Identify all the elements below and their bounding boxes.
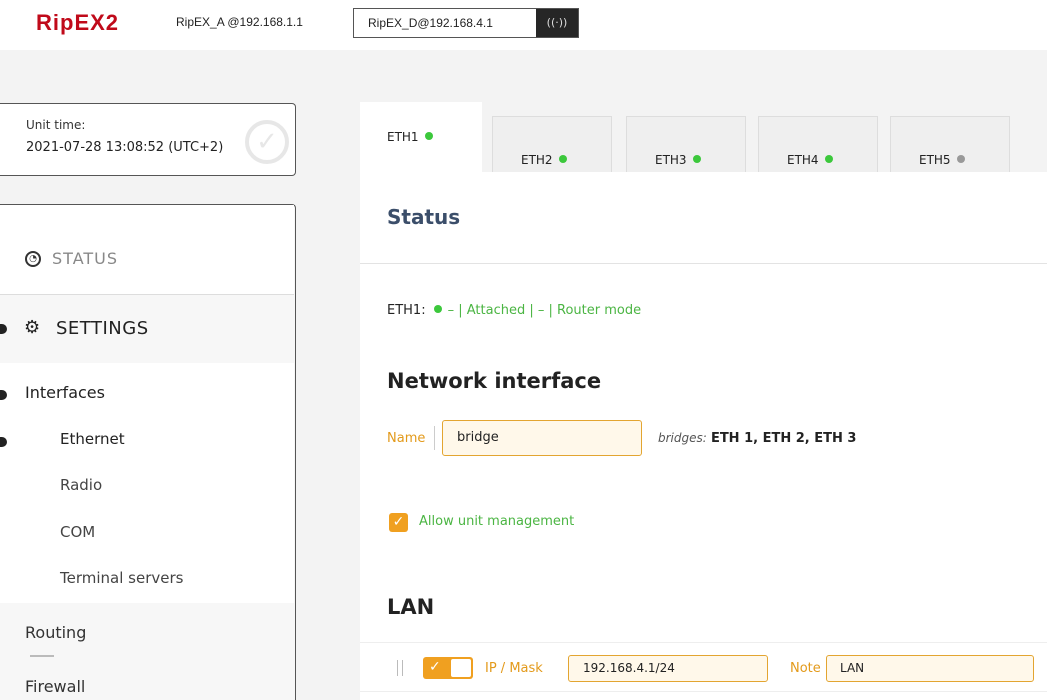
sidebar-settings-label: SETTINGS [56,318,149,339]
sidebar-item-routing[interactable]: Routing [25,623,86,642]
eth-status-line: ETH1: – | Attached | – | Router mode [387,303,641,318]
eth-status-prefix: ETH1: [387,303,426,318]
bridges-value: ETH 1, ETH 2, ETH 3 [710,431,857,446]
status-dot-icon [558,155,567,163]
tab-eth5[interactable]: ETH5 [890,116,1010,172]
status-dot-icon [424,132,433,140]
unit-time-box: Unit time: 2021-07-28 13:08:52 (UTC+2) ✓ [0,103,296,176]
toggle-knob [451,659,471,677]
sidebar-item-radio[interactable]: Radio [60,476,102,494]
active-marker [0,324,7,334]
bridges-label: bridges: [658,431,707,445]
ip-mask-label: IP / Mask [485,661,543,676]
allow-management-checkbox[interactable]: ✓ [389,513,408,532]
lan-row: ✓ IP / Mask 192.168.4.1/24 Note LAN [360,642,1047,692]
unit-d-selector[interactable]: RipEX_D@192.168.4.1 ((·)) [353,8,579,38]
active-marker [0,390,7,400]
active-marker [0,437,7,447]
eth-status-value: – | Attached | – | Router mode [447,303,642,318]
unit-a-link[interactable]: RipEX_A @192.168.1.1 [176,15,303,29]
check-icon: ✓ [429,659,441,675]
tab-eth3[interactable]: ETH3 [626,116,746,172]
sidebar-item-interfaces[interactable]: Interfaces [25,383,105,402]
sidebar-item-firewall[interactable]: Firewall [25,677,85,696]
unit-d-label: RipEX_D@192.168.4.1 [368,16,493,30]
ripex-logo[interactable]: RipEX2 [36,10,119,36]
sidebar-status-label: STATUS [52,249,119,268]
unit-time-value: 2021-07-28 13:08:52 (UTC+2) [26,140,224,155]
signal-icon[interactable]: ((·)) [536,9,578,37]
ip-mask-input[interactable]: 192.168.4.1/24 [568,655,768,682]
check-watermark-icon: ✓ [245,120,289,164]
lan-title: LAN [387,595,435,619]
sidebar-item-com[interactable]: COM [60,523,95,541]
drag-handle-icon[interactable] [397,660,403,676]
tab-eth4[interactable]: ETH4 [758,116,878,172]
sidebar-item-status[interactable]: ◔ STATUS [0,205,294,295]
main-panel: Status ETH1: – | Attached | – | Router mo… [360,172,1047,700]
gauge-icon: ◔ [25,251,41,267]
note-label: Note [790,661,821,676]
status-dot-icon [824,155,833,163]
name-input[interactable]: bridge [442,420,642,456]
unit-time-label: Unit time: [26,118,86,132]
top-bar: RipEX2 RipEX_A @192.168.1.1 RipEX_D@192.… [0,0,1047,50]
allow-management-label[interactable]: Allow unit management [419,514,574,529]
tab-eth2[interactable]: ETH2 [492,116,612,172]
tab-label: ETH4 [787,153,833,167]
tab-eth1[interactable]: ETH1 [360,102,482,172]
tab-label: ETH1 [387,130,433,144]
note-input[interactable]: LAN [826,655,1034,682]
sidebar-item-terminal-servers[interactable]: Terminal servers [60,569,183,587]
network-interface-title: Network interface [387,369,602,393]
gears-icon: ⚙ [24,317,41,338]
lan-enable-toggle[interactable]: ✓ [423,657,473,679]
name-label: Name [387,431,426,446]
tab-label: ETH3 [655,153,701,167]
bridges-info: bridges: ETH 1, ETH 2, ETH 3 [658,431,856,446]
tab-label: ETH2 [521,153,567,167]
sidebar-item-settings[interactable]: ⚙ SETTINGS [0,295,294,363]
status-dot-icon [956,155,965,163]
divider [434,426,435,450]
sidebar: ◔ STATUS ⚙ SETTINGS Interfaces Ethernet … [0,204,296,700]
settings-submenu: Interfaces Ethernet Radio COM Terminal s… [0,363,294,603]
status-header: Status [360,172,1047,264]
sidebar-item-ethernet[interactable]: Ethernet [60,430,125,448]
status-title: Status [387,205,461,229]
status-dot-icon [433,305,442,313]
tab-label: ETH5 [919,153,965,167]
divider [30,655,54,657]
status-dot-icon [692,155,701,163]
